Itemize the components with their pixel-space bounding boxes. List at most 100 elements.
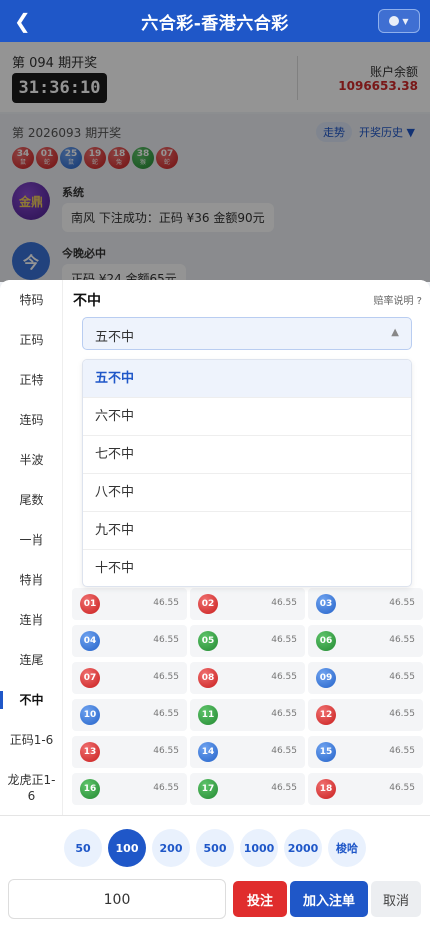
odds-value: 46.55: [153, 709, 179, 719]
number-cell[interactable]: 07 46.55: [72, 662, 187, 694]
odds-value: 46.55: [271, 709, 297, 719]
odds-value: 46.55: [389, 709, 415, 719]
chevron-down-icon: ▼: [402, 16, 409, 26]
number-ball: 15: [316, 742, 336, 762]
sidebar-item[interactable]: 连码: [0, 412, 63, 428]
modal-backdrop[interactable]: [0, 42, 430, 282]
odds-value: 46.55: [153, 783, 179, 793]
dropdown-option[interactable]: 八不中: [83, 474, 411, 512]
sidebar-item[interactable]: 正码1-6: [0, 732, 63, 748]
number-ball: 07: [80, 668, 100, 688]
chip-button[interactable]: 1000: [240, 829, 278, 867]
chip-button[interactable]: 梭哈: [328, 829, 366, 867]
chip-button[interactable]: 2000: [284, 829, 322, 867]
number-ball: 18: [316, 779, 336, 799]
number-ball: 13: [80, 742, 100, 762]
odds-value: 46.55: [389, 746, 415, 756]
chip-button[interactable]: 100: [108, 829, 146, 867]
odds-info-link[interactable]: 赔率说明 ?: [374, 292, 423, 307]
bet-sheet: 特码 正码 正特 连码 半波 尾数 一肖 特肖 连肖 连尾 不中 正码1-6 龙虎正1-6 不中 赔率说…: [0, 280, 430, 815]
sidebar-item[interactable]: 半波: [0, 452, 63, 468]
number-cell[interactable]: 02 46.55: [190, 588, 305, 620]
odds-value: 46.55: [153, 598, 179, 608]
odds-value: 46.55: [389, 783, 415, 793]
top-bar: ❮ 六合彩-香港六合彩 ▼: [0, 0, 430, 42]
number-cell[interactable]: 08 46.55: [190, 662, 305, 694]
sidebar-item[interactable]: 连肖: [0, 612, 63, 628]
number-ball: 12: [316, 705, 336, 725]
sidebar-item[interactable]: 尾数: [0, 492, 63, 508]
dropdown-option[interactable]: 六不中: [83, 398, 411, 436]
number-cell[interactable]: 12 46.55: [308, 699, 423, 731]
number-cell[interactable]: 10 46.55: [72, 699, 187, 731]
odds-value: 46.55: [271, 783, 297, 793]
number-ball: 03: [316, 594, 336, 614]
globe-icon: [389, 16, 400, 26]
number-cell[interactable]: 01 46.55: [72, 588, 187, 620]
sidebar-item[interactable]: 正特: [0, 372, 63, 388]
bet-button[interactable]: 投注: [233, 881, 287, 917]
sidebar-item[interactable]: 特码: [0, 292, 63, 308]
subtype-select[interactable]: 五不中 ▲: [82, 317, 412, 350]
amount-input[interactable]: 100: [8, 879, 226, 919]
dropdown-option[interactable]: 十不中: [83, 550, 411, 586]
dropdown-option[interactable]: 五不中: [83, 360, 411, 398]
number-ball: 02: [198, 594, 218, 614]
sidebar-item[interactable]: 龙虎正1-6: [0, 772, 63, 804]
sidebar-item[interactable]: 特肖: [0, 572, 63, 588]
number-cell[interactable]: 11 46.55: [190, 699, 305, 731]
odds-value: 46.55: [153, 635, 179, 645]
cancel-button[interactable]: 取消: [371, 881, 421, 917]
page-title: 六合彩-香港六合彩: [141, 13, 289, 34]
number-ball: 08: [198, 668, 218, 688]
subtype-select-value: 五不中: [95, 330, 135, 345]
odds-value: 46.55: [153, 672, 179, 682]
number-ball: 05: [198, 631, 218, 651]
chevron-left-icon[interactable]: ❮: [14, 9, 31, 33]
odds-value: 46.55: [271, 598, 297, 608]
number-cell[interactable]: 15 46.55: [308, 736, 423, 768]
number-cell[interactable]: 09 46.55: [308, 662, 423, 694]
sidebar-item[interactable]: 连尾: [0, 652, 63, 668]
chip-button[interactable]: 200: [152, 829, 190, 867]
sidebar-item[interactable]: 一肖: [0, 532, 63, 548]
odds-value: 46.55: [389, 598, 415, 608]
number-cell[interactable]: 06 46.55: [308, 625, 423, 657]
caret-up-icon: ▲: [391, 327, 399, 338]
sidebar-item[interactable]: 正码: [0, 332, 63, 348]
number-cell[interactable]: 04 46.55: [72, 625, 187, 657]
number-ball: 11: [198, 705, 218, 725]
bet-panel: 不中 赔率说明 ? 01 46.55 02 46.55 03 46.55 04 46.55 05…: [64, 280, 430, 815]
add-to-slip-button[interactable]: 加入注单: [290, 881, 368, 917]
number-ball: 06: [316, 631, 336, 651]
odds-value: 46.55: [271, 672, 297, 682]
bet-type-title: 不中: [73, 293, 101, 309]
odds-value: 46.55: [389, 635, 415, 645]
number-cell[interactable]: 17 46.55: [190, 773, 305, 805]
sidebar-item[interactable]: 不中: [0, 692, 63, 708]
number-cell[interactable]: 05 46.55: [190, 625, 305, 657]
number-ball: 17: [198, 779, 218, 799]
chip-button[interactable]: 500: [196, 829, 234, 867]
subtype-dropdown: 五不中 六不中 七不中 八不中 九不中 十不中: [82, 359, 412, 587]
number-cell[interactable]: 13 46.55: [72, 736, 187, 768]
chip-button[interactable]: 50: [64, 829, 102, 867]
number-ball: 04: [80, 631, 100, 651]
dropdown-option[interactable]: 七不中: [83, 436, 411, 474]
number-cell[interactable]: 03 46.55: [308, 588, 423, 620]
number-ball: 16: [80, 779, 100, 799]
bet-type-sidebar: 特码正码正特连码半波尾数一肖特肖连肖连尾不中正码1-6 龙虎正1-6: [0, 280, 63, 815]
odds-value: 46.55: [271, 635, 297, 645]
number-cell[interactable]: 18 46.55: [308, 773, 423, 805]
odds-value: 46.55: [271, 746, 297, 756]
number-ball: 10: [80, 705, 100, 725]
odds-value: 46.55: [153, 746, 179, 756]
theme-toggle-button[interactable]: ▼: [378, 9, 420, 33]
number-cell[interactable]: 14 46.55: [190, 736, 305, 768]
number-ball: 01: [80, 594, 100, 614]
number-cell[interactable]: 16 46.55: [72, 773, 187, 805]
dropdown-option[interactable]: 九不中: [83, 512, 411, 550]
number-ball: 09: [316, 668, 336, 688]
bet-footer: 50 100 200 500 1000 2000 梭哈 100 投注 加入注单 取消: [0, 815, 430, 932]
number-ball: 14: [198, 742, 218, 762]
